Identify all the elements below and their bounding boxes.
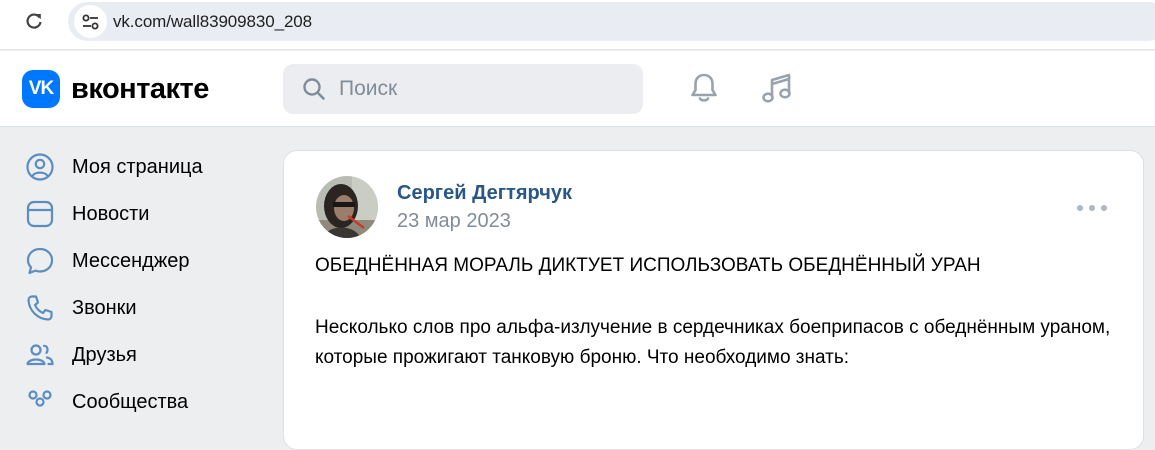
communities-icon (22, 384, 58, 420)
vk-logo-mark: VK (22, 70, 60, 108)
tune-icon (82, 14, 98, 29)
nav-label-communities: Сообщества (72, 390, 189, 413)
nav-item-calls[interactable]: Звонки (22, 288, 262, 328)
search-input[interactable] (339, 64, 629, 114)
nav-item-friends[interactable]: Друзья (22, 335, 262, 375)
nav-item-messenger[interactable]: Мессенджер (22, 241, 262, 281)
vk-logo[interactable]: VK вконтакте (22, 70, 209, 108)
nav-label-friends: Друзья (72, 343, 137, 366)
reload-icon (26, 13, 42, 29)
site-header: VK вконтакте (0, 51, 1155, 127)
search-icon (303, 78, 325, 100)
avatar-photo (316, 176, 378, 238)
nav-item-my-page[interactable]: Моя страница (22, 147, 262, 187)
dot-icon (1089, 205, 1095, 211)
more-options-button[interactable] (1077, 196, 1107, 220)
nav-label-news: Новости (72, 202, 150, 225)
dot-icon (1077, 205, 1083, 211)
browser-toolbar: vk.com/wall83909830_208 (0, 0, 1155, 50)
post-headline: ОБЕДНЁННАЯ МОРАЛЬ ДИКТУЕТ ИСПОЛЬЗОВАТЬ О… (315, 255, 981, 276)
dot-icon (1101, 205, 1107, 211)
news-icon (22, 196, 58, 232)
reload-button[interactable] (22, 9, 46, 33)
nav-label-messenger: Мессенджер (72, 249, 190, 272)
music-note-icon[interactable] (759, 70, 795, 106)
site-info-button[interactable] (74, 5, 107, 38)
url-text[interactable]: vk.com/wall83909830_208 (113, 12, 312, 32)
nav-item-communities[interactable]: Сообщества (22, 382, 262, 422)
address-bar[interactable]: vk.com/wall83909830_208 (68, 2, 1155, 41)
nav-label-calls: Звонки (72, 296, 137, 319)
post-date[interactable]: 23 мар 2023 (397, 210, 511, 233)
nav-label-my-page: Моя страница (72, 155, 203, 178)
search-box[interactable] (283, 64, 643, 114)
nav-item-news[interactable]: Новости (22, 194, 262, 234)
vk-logo-text: вконтакте (71, 72, 209, 105)
author-avatar[interactable] (316, 176, 378, 238)
post-body-text: Несколько слов про альфа-излучение в сер… (315, 317, 1111, 368)
notifications-bell-icon[interactable] (686, 70, 722, 106)
post-author-name[interactable]: Сергей Дегтярчук (397, 182, 572, 205)
message-bubble-icon (22, 243, 58, 279)
phone-icon (22, 290, 58, 326)
user-circle-icon (22, 149, 58, 185)
post-card: Сергей Дегтярчук 23 мар 2023 ОБЕДНЁННАЯ … (283, 150, 1144, 450)
friends-icon (22, 337, 58, 373)
